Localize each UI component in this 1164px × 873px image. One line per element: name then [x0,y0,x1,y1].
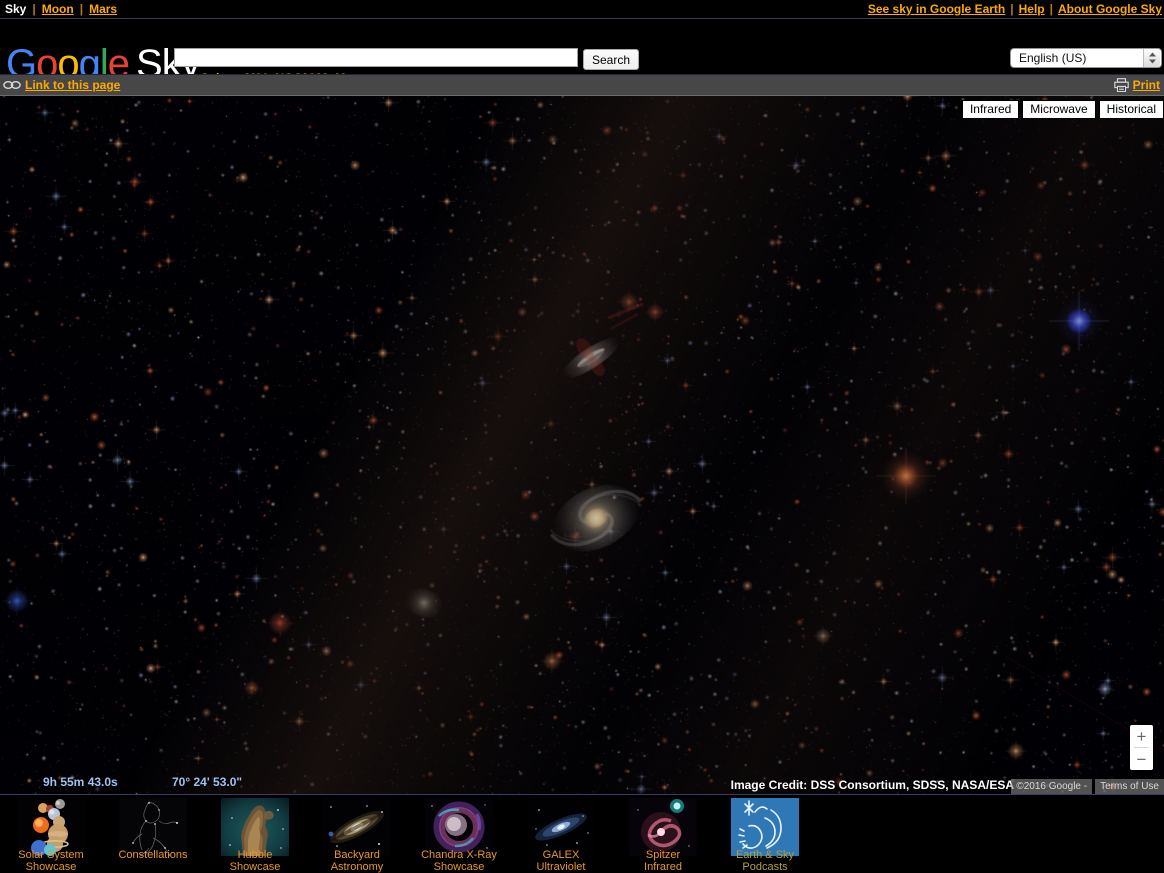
showcase-thumb-solar-system [17,798,85,856]
link-icon [3,79,21,91]
zoom-out-button[interactable]: − [1130,748,1153,770]
layer-button-microwave[interactable]: Microwave [1022,100,1095,119]
showcase-thumb-chandra-xray [425,798,493,856]
topnav-item-sky[interactable]: Sky [5,2,26,16]
language-selector[interactable]: English (US) [1010,48,1162,68]
showcase-item-earth-and-sky[interactable]: Earth & SkyPodcasts [714,798,816,873]
showcase-strip: Solar SystemShowcase [0,794,1164,873]
printer-icon-glyph [1114,78,1129,92]
showcase-item-constellations[interactable]: Constellations [102,798,204,873]
terms-of-use-link[interactable]: Terms of Use [1095,779,1164,794]
chevron-updown-glyph [1148,51,1157,65]
constellations-thumbnail-image [119,798,187,856]
showcase-thumb-backyard-astronomy [323,798,391,856]
page-toolbar: Link to this page Print [0,74,1164,96]
top-navigation-bar: Sky | Moon | Mars See sky in Google Eart… [0,0,1164,19]
topnav-see-sky-in-google-earth[interactable]: See sky in Google Earth [868,2,1005,16]
topnav-left-group: Sky | Moon | Mars [0,2,117,16]
topnav-separator: | [1045,2,1058,16]
showcase-thumb-spitzer-infrared [629,798,697,856]
earth-and-sky-thumbnail-image [731,798,799,856]
page-header: GoogleSky Search e.g.: Galaxy, M31, NGC3… [0,20,1164,73]
topnav-help-link[interactable]: Help [1019,2,1045,16]
topnav-right-group: See sky in Google Earth | Help | About G… [868,2,1164,16]
showcase-item-solar-system[interactable]: Solar SystemShowcase [0,798,102,873]
showcase-thumb-galex-ultraviolet [527,798,595,856]
showcase-item-backyard-astronomy[interactable]: BackyardAstronomy [306,798,408,873]
google-sky-page: Sky | Moon | Mars See sky in Google Eart… [0,0,1164,873]
link-to-this-page-link[interactable]: Link to this page [25,78,120,92]
showcase-thumb-earth-and-sky [731,798,799,856]
showcase-item-hubble[interactable]: HubbleShowcase [204,798,306,873]
link-icon-glyph [3,79,21,91]
topnav-about-google-sky[interactable]: About Google Sky [1058,2,1162,16]
spitzer-infrared-thumbnail-image [629,798,697,856]
hubble-thumbnail-image [221,798,289,856]
search-input[interactable] [174,48,578,67]
image-credit-text: Image Credit: DSS Consortium, SDSS, NASA… [731,778,1014,792]
copyright-text: ©2016 Google - [1011,779,1092,794]
topnav-separator: | [26,2,41,16]
showcase-item-chandra-xray[interactable]: Chandra X-RayShowcase [408,798,510,873]
search-button[interactable]: Search [583,49,639,70]
toolbar-right-group: Print [1114,78,1164,92]
print-link[interactable]: Print [1133,78,1160,92]
sky-layer-buttons: Infrared Microwave Historical [962,100,1164,119]
showcase-item-galex-ultraviolet[interactable]: GALEXUltravioletShowcase [510,798,612,873]
map-attribution-bar: ©2016 Google - Terms of Use [1011,779,1164,794]
showcase-thumb-hubble [221,798,289,856]
solar-system-thumbnail-image [17,798,85,856]
layer-button-historical[interactable]: Historical [1099,100,1164,119]
zoom-controls: + − [1130,725,1153,770]
sky-map-viewport[interactable]: Infrared Microwave Historical + − 9h 55m… [0,96,1164,794]
chevron-updown-icon [1143,49,1160,67]
printer-icon [1114,78,1129,92]
topnav-separator: | [74,2,89,16]
layer-button-infrared[interactable]: Infrared [962,100,1019,119]
chandra-xray-thumbnail-image [425,798,493,856]
showcase-item-spitzer-infrared[interactable]: SpitzerInfraredShowcase [612,798,714,873]
backyard-astronomy-thumbnail-image [323,798,391,856]
language-selected-value: English (US) [1011,51,1143,65]
sky-image-starfield[interactable] [0,96,1164,794]
toolbar-left-group: Link to this page [0,78,120,92]
showcase-thumb-constellations [119,798,187,856]
zoom-in-button[interactable]: + [1130,725,1153,747]
galex-ultraviolet-thumbnail-image [527,798,595,856]
topnav-item-mars[interactable]: Mars [89,2,117,16]
topnav-separator: | [1005,2,1018,16]
topnav-item-moon[interactable]: Moon [42,2,74,16]
